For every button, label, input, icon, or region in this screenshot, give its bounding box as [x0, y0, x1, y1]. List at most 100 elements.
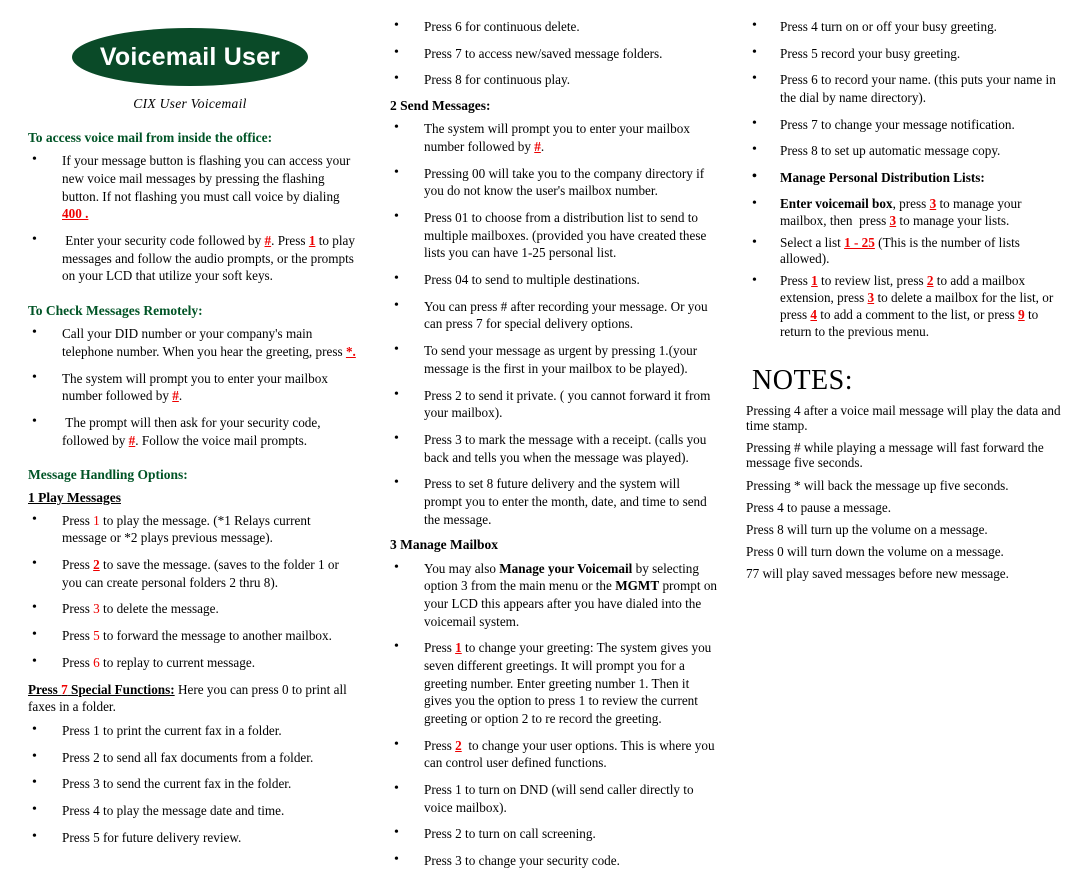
list-item: Press 5 to forward the message to anothe…	[32, 626, 358, 645]
note-item: Pressing # while playing a message will …	[746, 440, 1044, 471]
list-item: Press 3 to send the current fax in the f…	[32, 774, 358, 793]
key-4: 4	[810, 307, 817, 323]
list-distribution-lists: Enter voicemail box, press 3 to manage y…	[740, 195, 1070, 341]
logo-container: Voicemail User	[22, 28, 358, 86]
list-item: Press 4 to play the message date and tim…	[32, 801, 358, 820]
heading-play-messages: 1 Play Messages	[28, 489, 121, 505]
list-greeting-options: Press 4 turn on or off your busy greetin…	[740, 17, 1070, 187]
key-1: 1	[811, 273, 818, 289]
document-subtitle: CIX User Voicemail	[133, 96, 247, 111]
column-2: Press 6 for continuous delete. Press 7 t…	[368, 0, 730, 879]
list-item: Press to set 8 future delivery and the s…	[394, 474, 720, 528]
note-item: Press 4 to pause a message.	[746, 499, 892, 515]
special-functions-paragraph: Press 7 Special Functions: Here you can …	[28, 681, 358, 716]
list-item: Pressing 00 will take you to the company…	[394, 164, 720, 200]
list-item: If your message button is flashing you c…	[32, 151, 358, 223]
note-item: Pressing 4 after a voice mail message wi…	[746, 402, 1061, 434]
list-special-functions: Press 1 to print the current fax in a fo…	[22, 721, 358, 847]
column-3: Press 4 turn on or off your busy greetin…	[730, 0, 1080, 588]
list-manage-mailbox: You may also Manage your Voicemail by se…	[384, 559, 720, 870]
key-hash: #	[128, 432, 136, 448]
list-notes: Pressing 4 after a voice mail message wi…	[740, 403, 1070, 582]
key-star: *.	[345, 343, 356, 359]
key-hash: #	[264, 232, 272, 248]
list-item: Press 8 for continuous play.	[394, 70, 720, 89]
notes-title: NOTES:	[752, 364, 853, 396]
note-item: 77 will play saved messages before new m…	[746, 566, 1009, 582]
list-item: Press 1 to review list, press 2 to add a…	[752, 272, 1070, 341]
column-1: Voicemail User CIX User Voicemail To acc…	[0, 0, 368, 855]
list-item: Press 2 to save the message. (saves to t…	[32, 555, 358, 591]
mgmt-emphasis: MGMT	[615, 578, 660, 594]
list-item: Press 6 to record your name. (this puts …	[752, 70, 1070, 106]
list-item: Press 3 to change your security code.	[394, 851, 720, 870]
note-item: Press 0 will turn down the volume on a m…	[746, 544, 1004, 560]
enter-voicemail-box-emphasis: Enter voicemail box	[780, 195, 893, 211]
list-item: Press 2 to turn on call screening.	[394, 824, 720, 843]
list-item: Press 6 for continuous delete.	[394, 17, 720, 36]
key-2: 2	[93, 557, 100, 573]
note-item: Press 8 will turn up the volume on a mes…	[746, 521, 988, 537]
list-item: Press 1 to play the message. (*1 Relays …	[32, 511, 358, 547]
key-range-1-25: 1 - 25	[844, 234, 875, 250]
list-item: Press 04 to send to multiple destination…	[394, 270, 720, 289]
list-item: You can press # after recording your mes…	[394, 297, 720, 333]
list-item: Press 2 to change your user options. Thi…	[394, 736, 720, 772]
list-item: Press 1 to change your greeting: The sys…	[394, 638, 720, 727]
key-3: 3	[929, 195, 937, 211]
list-item: Press 3 to delete the message.	[32, 599, 358, 618]
list-item: Press 2 to send all fax documents from a…	[32, 748, 358, 767]
key-2: 2	[926, 273, 934, 289]
list-item: Press 4 turn on or off your busy greetin…	[752, 17, 1070, 36]
list-item: Press 1 to print the current fax in a fo…	[32, 721, 358, 740]
list-send-messages: The system will prompt you to enter your…	[384, 119, 720, 528]
heading-message-handling-options: Message Handling Options:	[28, 467, 188, 483]
list-item: Press 1 to turn on DND (will send caller…	[394, 780, 720, 816]
list-item: Enter your security code followed by #. …	[32, 231, 358, 285]
key-1: 1	[308, 232, 316, 248]
key-3: 3	[889, 212, 897, 228]
list-item: Press 7 to access new/saved message fold…	[394, 44, 720, 63]
key-2: 2	[455, 737, 462, 753]
key-5: 5	[93, 628, 100, 644]
document-page: Voicemail User CIX User Voicemail To acc…	[0, 0, 1080, 870]
list-access-inside-office: If your message button is flashing you c…	[22, 151, 358, 285]
list-item-dist-heading: Manage Personal Distribution Lists:	[752, 168, 1070, 187]
key-hash: #	[172, 388, 179, 404]
list-item: Press 7 to change your message notificat…	[752, 115, 1070, 134]
list-item: To send your message as urgent by pressi…	[394, 341, 720, 377]
list-item: Press 01 to choose from a distribution l…	[394, 208, 720, 262]
list-item: The prompt will then ask for your securi…	[32, 413, 358, 449]
key-3: 3	[867, 290, 875, 306]
list-item: Press 3 to mark the message with a recei…	[394, 430, 720, 466]
list-item: Select a list 1 - 25 (This is the number…	[752, 234, 1070, 269]
list-item: Press 2 to send it private. ( you cannot…	[394, 385, 720, 422]
special-functions-label: Press 7 Special Functions:	[28, 681, 175, 697]
list-item: The system will prompt you to enter your…	[32, 369, 358, 405]
list-continuous-options: Press 6 for continuous delete. Press 7 t…	[384, 17, 720, 89]
list-item: Press 8 to set up automatic message copy…	[752, 141, 1070, 160]
heading-access-inside-office: To access voice mail from inside the off…	[28, 130, 273, 145]
list-item: You may also Manage your Voicemail by se…	[394, 559, 720, 631]
list-item: The system will prompt you to enter your…	[394, 119, 720, 155]
manage-voicemail-emphasis: Manage your Voicemail	[499, 560, 633, 576]
voicemail-user-logo: Voicemail User	[72, 28, 308, 86]
key-7: 7	[61, 681, 68, 697]
list-item: Call your DID number or your company's m…	[32, 324, 358, 360]
list-item: Press 5 for future delivery review.	[32, 828, 358, 847]
key-6: 6	[93, 654, 100, 670]
key-1: 1	[93, 512, 100, 528]
key-3: 3	[93, 601, 100, 617]
heading-manage-mailbox: 3 Manage Mailbox	[390, 537, 498, 553]
list-check-remotely: Call your DID number or your company's m…	[22, 324, 358, 449]
key-hash: #	[534, 138, 541, 154]
list-play-messages: Press 1 to play the message. (*1 Relays …	[22, 511, 358, 672]
key-1: 1	[455, 640, 462, 656]
key-400: 400 .	[62, 206, 89, 222]
key-9: 9	[1018, 307, 1025, 323]
list-item: Press 5 record your busy greeting.	[752, 44, 1070, 63]
note-item: Pressing * will back the message up five…	[746, 477, 1009, 493]
heading-send-messages: 2 Send Messages:	[390, 98, 491, 114]
list-item: Enter voicemail box, press 3 to manage y…	[752, 195, 1070, 230]
list-item: Press 6 to replay to current message.	[32, 653, 358, 672]
